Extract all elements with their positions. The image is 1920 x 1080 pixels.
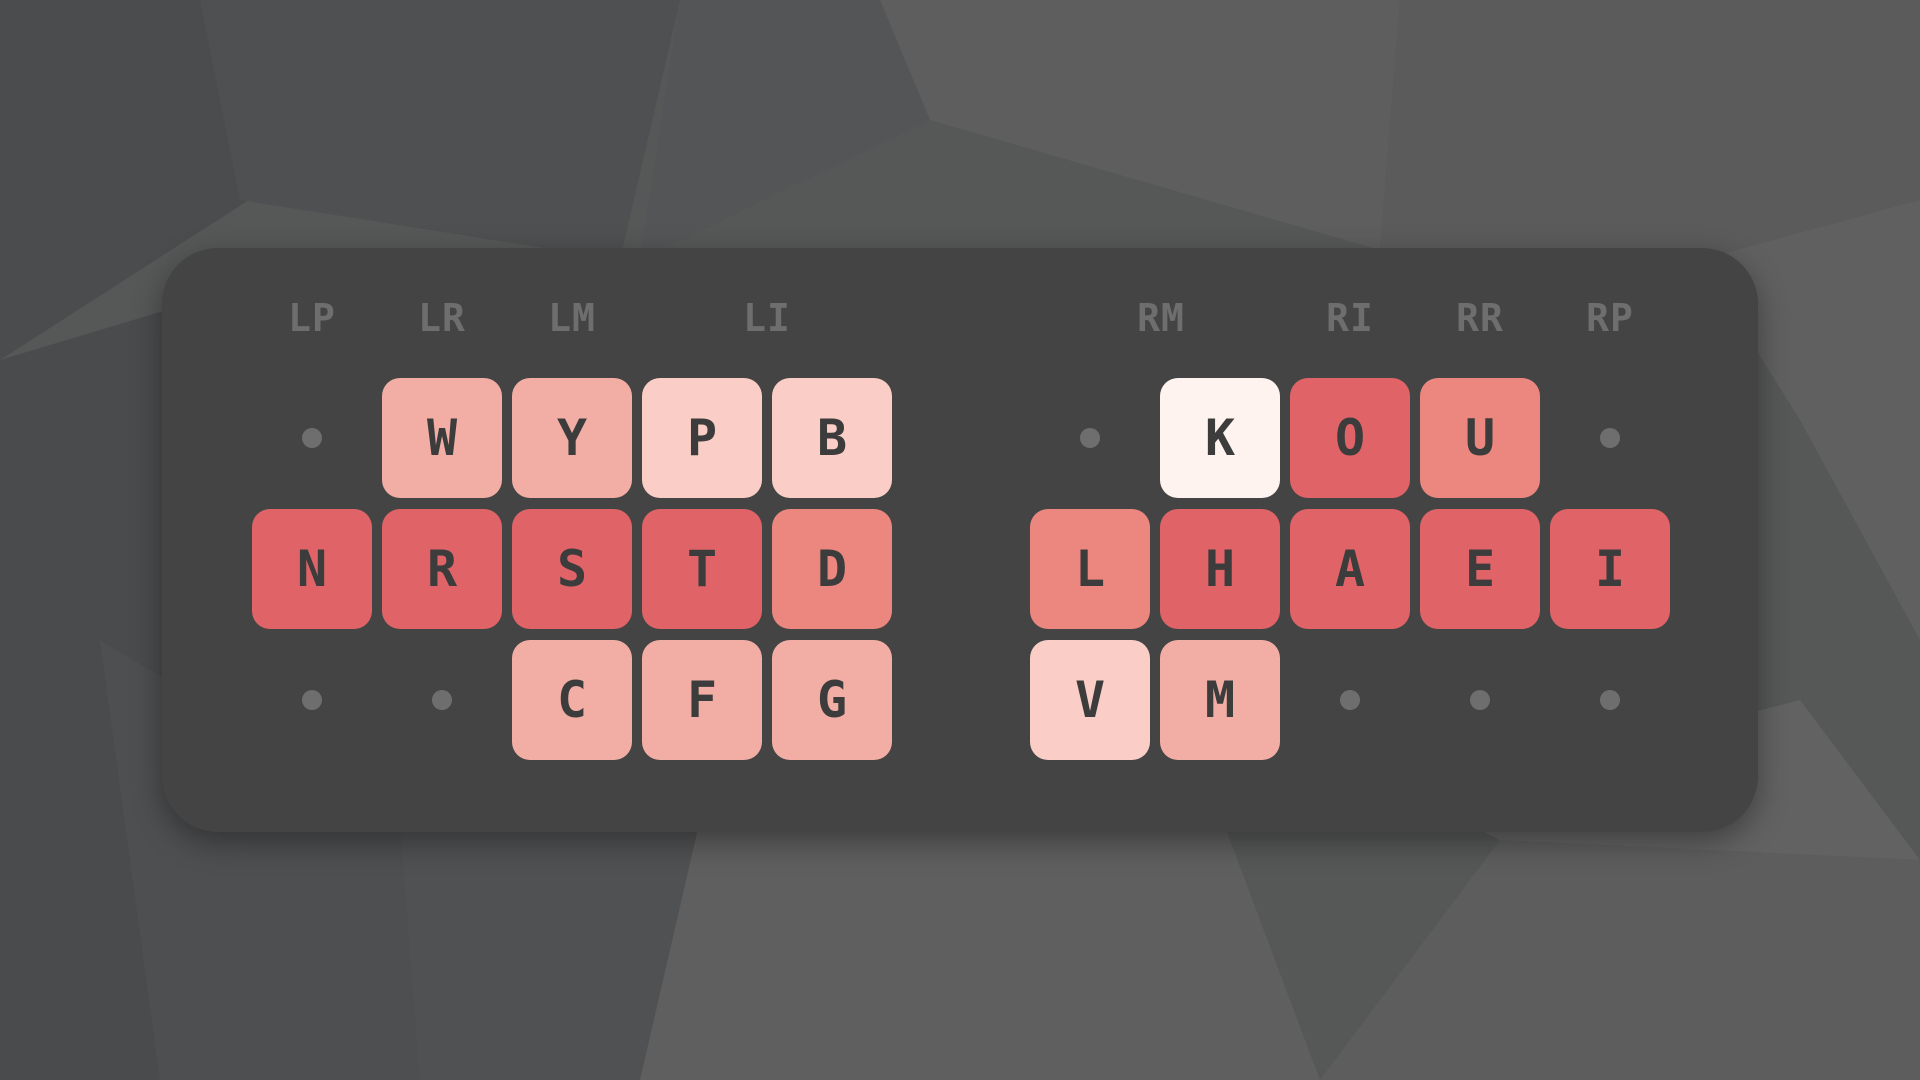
key-l[interactable]: L	[1030, 509, 1150, 629]
empty-key-dot	[1600, 690, 1620, 710]
key-a[interactable]: A	[1290, 509, 1410, 629]
key-d[interactable]: D	[772, 509, 892, 629]
key-h[interactable]: H	[1160, 509, 1280, 629]
finger-label-rr: RR	[1456, 296, 1504, 340]
finger-label-li: LI	[743, 296, 791, 340]
finger-label-lm: LM	[548, 296, 596, 340]
key-k[interactable]: K	[1160, 378, 1280, 498]
key-n[interactable]: N	[252, 509, 372, 629]
keyboard-layout-panel: LP LR LM LI RM RI RR RP W Y P B N R S T D C F G K O U L H A E I V M	[162, 248, 1758, 832]
key-y[interactable]: Y	[512, 378, 632, 498]
empty-key-dot	[432, 690, 452, 710]
key-r[interactable]: R	[382, 509, 502, 629]
empty-key-dot	[1470, 690, 1490, 710]
empty-key-dot	[302, 428, 322, 448]
key-u[interactable]: U	[1420, 378, 1540, 498]
key-i[interactable]: I	[1550, 509, 1670, 629]
empty-key-dot	[302, 690, 322, 710]
key-o[interactable]: O	[1290, 378, 1410, 498]
key-g[interactable]: G	[772, 640, 892, 760]
key-w[interactable]: W	[382, 378, 502, 498]
empty-key-dot	[1080, 428, 1100, 448]
key-c[interactable]: C	[512, 640, 632, 760]
key-v[interactable]: V	[1030, 640, 1150, 760]
key-s[interactable]: S	[512, 509, 632, 629]
finger-label-lp: LP	[288, 296, 336, 340]
finger-label-rm: RM	[1137, 296, 1185, 340]
key-m[interactable]: M	[1160, 640, 1280, 760]
empty-key-dot	[1340, 690, 1360, 710]
key-f[interactable]: F	[642, 640, 762, 760]
finger-label-rp: RP	[1586, 296, 1634, 340]
empty-key-dot	[1600, 428, 1620, 448]
finger-label-lr: LR	[418, 296, 466, 340]
key-p[interactable]: P	[642, 378, 762, 498]
key-b[interactable]: B	[772, 378, 892, 498]
finger-label-ri: RI	[1326, 296, 1374, 340]
key-t[interactable]: T	[642, 509, 762, 629]
key-e[interactable]: E	[1420, 509, 1540, 629]
